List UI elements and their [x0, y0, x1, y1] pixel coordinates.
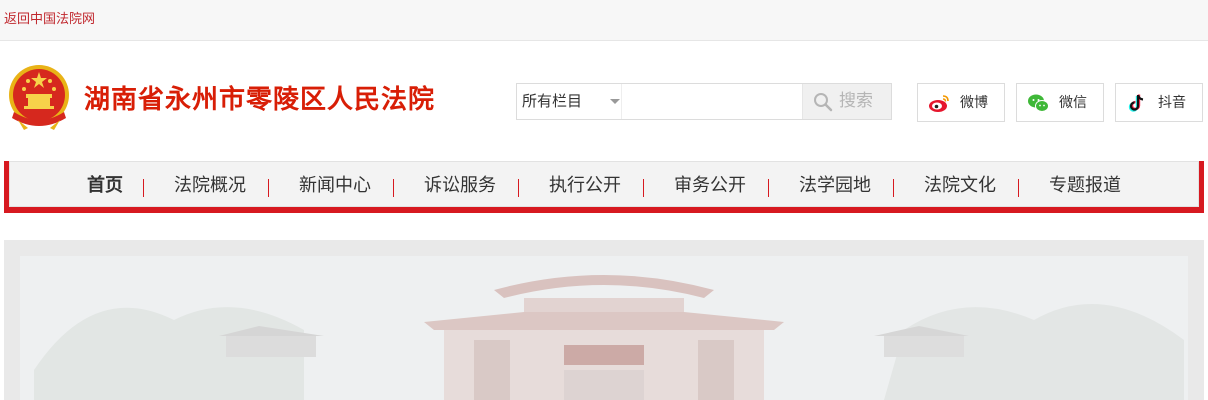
main-nav-wrapper: 首页 法院概况 新闻中心 诉讼服务 执行公开 审务公开 法学园地 法院文化 专题…	[4, 161, 1204, 213]
wechat-label: 微信	[1059, 95, 1087, 111]
national-emblem-logo	[6, 62, 72, 132]
wechat-icon	[1028, 94, 1049, 112]
nav-divider	[768, 179, 769, 197]
nav-item-court-overview[interactable]: 法院概况	[160, 162, 260, 206]
search-button-label: 搜索	[839, 91, 873, 111]
search-divider	[621, 84, 622, 119]
nav-divider	[893, 179, 894, 197]
nav-divider	[143, 179, 144, 197]
douyin-icon	[1128, 94, 1144, 112]
nav-item-home[interactable]: 首页	[70, 162, 140, 206]
search-bar: 所有栏目 搜索	[516, 83, 892, 120]
nav-divider	[393, 179, 394, 197]
chevron-down-icon	[610, 99, 620, 104]
hero-banner	[4, 240, 1204, 400]
douyin-button[interactable]: 抖音	[1115, 83, 1203, 122]
nav-item-news-center[interactable]: 新闻中心	[285, 162, 385, 206]
nav-divider	[518, 179, 519, 197]
nav-item-law-garden[interactable]: 法学园地	[785, 162, 885, 206]
wechat-button[interactable]: 微信	[1016, 83, 1104, 122]
court-site-title: 湖南省永州市零陵区人民法院	[84, 85, 436, 115]
nav-item-judicial-affairs[interactable]: 审务公开	[660, 162, 760, 206]
nav-divider	[268, 179, 269, 197]
back-to-china-court-link[interactable]: 返回中国法院网	[4, 11, 95, 29]
search-scope-value: 所有栏目	[522, 92, 583, 110]
nav-divider	[643, 179, 644, 197]
search-button[interactable]: 搜索	[802, 84, 891, 119]
search-scope-select[interactable]: 所有栏目	[517, 84, 621, 119]
weibo-icon	[929, 95, 949, 112]
weibo-button[interactable]: 微博	[917, 83, 1005, 122]
nav-item-special-reports[interactable]: 专题报道	[1035, 162, 1135, 206]
nav-item-litigation-services[interactable]: 诉讼服务	[410, 162, 510, 206]
main-nav: 首页 法院概况 新闻中心 诉讼服务 执行公开 审务公开 法学园地 法院文化 专题…	[9, 161, 1199, 207]
weibo-label: 微博	[960, 95, 988, 111]
top-bar: 返回中国法院网	[0, 0, 1208, 41]
douyin-label: 抖音	[1158, 95, 1186, 111]
nav-item-enforcement-disclosure[interactable]: 执行公开	[535, 162, 635, 206]
banner-image	[4, 240, 1204, 400]
nav-divider	[1018, 179, 1019, 197]
nav-item-court-culture[interactable]: 法院文化	[910, 162, 1010, 206]
search-input[interactable]	[623, 86, 803, 119]
search-icon	[814, 93, 833, 112]
